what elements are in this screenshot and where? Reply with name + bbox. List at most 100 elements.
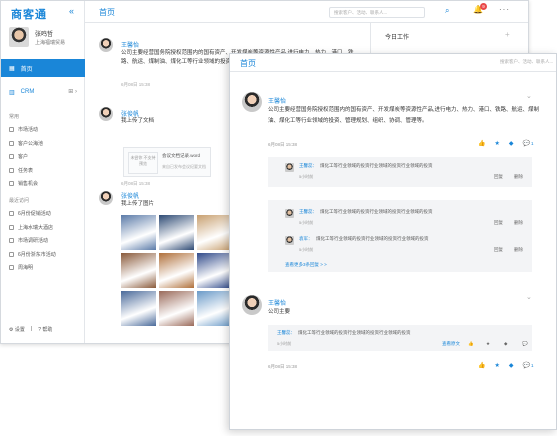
common-item[interactable]: 销售机会 bbox=[9, 177, 43, 191]
comment-avatar bbox=[285, 236, 294, 245]
more-replies-link[interactable]: 查看更多3条回复 > > bbox=[285, 262, 327, 268]
top-bar: 首页 搜索客户、活动、联系人... bbox=[230, 54, 556, 72]
delete-link[interactable]: 删除 bbox=[514, 220, 523, 226]
like-icon[interactable]: 👍 bbox=[478, 362, 485, 369]
document-attachment[interactable]: 未尝你 不支持预览 会议文档记录.word 来自已发布会议纪要文档 bbox=[123, 147, 211, 177]
chevron-down-icon[interactable]: ⌄ bbox=[526, 92, 532, 100]
settings-button[interactable]: ⚙ 设置 bbox=[9, 326, 25, 333]
avatar[interactable] bbox=[242, 295, 262, 315]
like-icon[interactable]: 👍 bbox=[478, 140, 485, 147]
photo-thumbnail[interactable] bbox=[121, 215, 156, 250]
common-section-title: 常用 bbox=[9, 114, 20, 120]
avatar[interactable] bbox=[99, 107, 113, 121]
common-item[interactable]: 任务表 bbox=[9, 164, 43, 178]
list-icon bbox=[9, 181, 14, 187]
photo-thumbnail[interactable] bbox=[159, 215, 194, 250]
help-button[interactable]: ? 帮助 bbox=[38, 326, 52, 333]
delete-link[interactable]: 删除 bbox=[514, 174, 523, 180]
photo-thumbnail[interactable] bbox=[159, 291, 194, 326]
post-author[interactable]: 王馨怡 bbox=[268, 96, 286, 105]
sidebar-footer: ⚙ 设置 | ? 帮助 bbox=[9, 326, 52, 333]
avatar[interactable] bbox=[242, 92, 262, 112]
comment-author[interactable]: 王馨蕊： bbox=[277, 330, 295, 336]
post-author[interactable]: 王馨怡 bbox=[268, 298, 286, 307]
comment-time: 5小时前 bbox=[277, 341, 292, 346]
view-original-link[interactable]: 查看原文 bbox=[442, 341, 460, 347]
chevron-right-icon[interactable]: ⊞ › bbox=[68, 88, 77, 95]
recent-item[interactable]: 周海明 bbox=[9, 261, 56, 275]
list-icon bbox=[9, 251, 14, 257]
nav-item-crm[interactable]: ▥ CRM ⊞ › bbox=[1, 85, 85, 99]
like-icon[interactable]: 👍 bbox=[468, 341, 474, 347]
comment-text: 煤化工等行业领域的投资行业领域的投资行业领域的投资 bbox=[320, 209, 433, 214]
recent-item[interactable]: 市场调研活动 bbox=[9, 234, 56, 248]
comment-text: 煤化工等行业领域的投资行业领域的投资行业领域的投资 bbox=[320, 163, 433, 168]
attachment-meta: 来自已发布会议纪要文档 bbox=[162, 164, 206, 169]
comment-box: 王馨蕊： 煤化工等行业领域的投资行业领域的投资行业领域的投资 5小时前 查看原文… bbox=[268, 325, 532, 351]
app-logo: 商客通 bbox=[11, 9, 47, 21]
common-list: 市场活动 客户公海池 客户 任务表 销售机会 bbox=[9, 123, 43, 191]
user-name: 张鸣哲 bbox=[35, 32, 54, 38]
comment-button[interactable]: 💬1 bbox=[523, 140, 534, 147]
reply-link[interactable]: 回复 bbox=[494, 220, 503, 226]
nav-crm-label: CRM bbox=[20, 89, 35, 95]
page-title: 首页 bbox=[99, 8, 115, 17]
avatar[interactable] bbox=[99, 191, 113, 205]
search-icon[interactable]: ⌕ bbox=[445, 6, 449, 16]
post-author[interactable]: 张俊帆 bbox=[121, 191, 139, 200]
photo-thumbnail[interactable] bbox=[197, 291, 232, 326]
common-item[interactable]: 客户公海池 bbox=[9, 137, 43, 151]
user-company: 上海福瑞贸易 bbox=[35, 40, 66, 46]
recent-item[interactable]: 6月份促销活动 bbox=[9, 207, 56, 221]
add-icon[interactable]: + bbox=[505, 30, 510, 39]
recent-list: 6月份促销活动 上海水瑞大酒店 市场调研活动 6月份浙东市活动 周海明 bbox=[9, 207, 56, 275]
comment-author[interactable]: 袁军： bbox=[299, 236, 313, 242]
photo-thumbnail[interactable] bbox=[197, 215, 232, 250]
star-icon[interactable]: ★ bbox=[494, 140, 499, 147]
tag-icon[interactable]: ◆ bbox=[509, 140, 514, 147]
collapse-sidebar-icon[interactable]: « bbox=[69, 6, 74, 16]
list-icon bbox=[9, 127, 14, 133]
post-author[interactable]: 王馨怡 bbox=[121, 40, 139, 49]
post-text: 公司主要经营国务院授权范围内的国有资产、开发煤炭等资源性产品,进行电力、热力、港… bbox=[268, 107, 540, 124]
photo-thumbnail[interactable] bbox=[159, 253, 194, 288]
notification-badge: 9 bbox=[480, 3, 487, 10]
recent-item[interactable]: 上海水瑞大酒店 bbox=[9, 221, 56, 235]
comment-time: 5小时前 bbox=[299, 174, 314, 179]
recent-section-title: 最近访问 bbox=[9, 198, 30, 204]
nav-item-home[interactable]: ▦ 首页 bbox=[1, 59, 85, 77]
avatar[interactable] bbox=[99, 38, 113, 52]
post-time: 6月08日 15:38 bbox=[268, 364, 298, 369]
reply-link[interactable]: 回复 bbox=[494, 247, 503, 253]
list-icon bbox=[9, 238, 14, 244]
photo-thumbnail[interactable] bbox=[121, 253, 156, 288]
tag-icon[interactable]: ◆ bbox=[504, 341, 507, 347]
photo-thumbnail[interactable] bbox=[197, 253, 232, 288]
comment-author[interactable]: 王馨蕊： bbox=[299, 163, 317, 169]
star-icon[interactable]: ★ bbox=[486, 341, 490, 347]
comment-icon[interactable]: 💬 bbox=[522, 341, 528, 347]
post-actions: 👍 ★ ◆ 💬1 bbox=[478, 362, 534, 369]
reply-link[interactable]: 回复 bbox=[494, 174, 503, 180]
comment-author[interactable]: 王馨蕊： bbox=[299, 209, 317, 215]
chevron-down-icon[interactable]: ⌄ bbox=[526, 293, 532, 301]
nav-home-label: 首页 bbox=[20, 66, 33, 73]
comment-time: 5小时前 bbox=[299, 220, 314, 225]
search-input[interactable]: 搜索客户、活动、联系人... bbox=[329, 7, 425, 18]
star-icon[interactable]: ★ bbox=[494, 362, 499, 369]
more-icon[interactable]: ··· bbox=[499, 5, 510, 14]
user-avatar[interactable] bbox=[9, 27, 29, 47]
common-item[interactable]: 客户 bbox=[9, 150, 43, 164]
list-icon bbox=[9, 211, 14, 217]
comment-box: 王馨蕊： 煤化工等行业领域的投资行业领域的投资行业领域的投资 5小时前 回复 删… bbox=[268, 157, 532, 187]
post-time: 6月08日 15:38 bbox=[121, 181, 151, 186]
search-input[interactable]: 搜索客户、活动、联系人... bbox=[500, 59, 553, 65]
bar-chart-icon: ▥ bbox=[9, 89, 15, 96]
photo-thumbnail[interactable] bbox=[121, 291, 156, 326]
comment-button[interactable]: 💬1 bbox=[523, 362, 534, 369]
common-item[interactable]: 市场活动 bbox=[9, 123, 43, 137]
delete-link[interactable]: 删除 bbox=[514, 247, 523, 253]
tag-icon[interactable]: ◆ bbox=[509, 362, 514, 369]
recent-item[interactable]: 6月份浙东市活动 bbox=[9, 248, 56, 262]
post-time: 6月08日 15:38 bbox=[121, 82, 151, 87]
